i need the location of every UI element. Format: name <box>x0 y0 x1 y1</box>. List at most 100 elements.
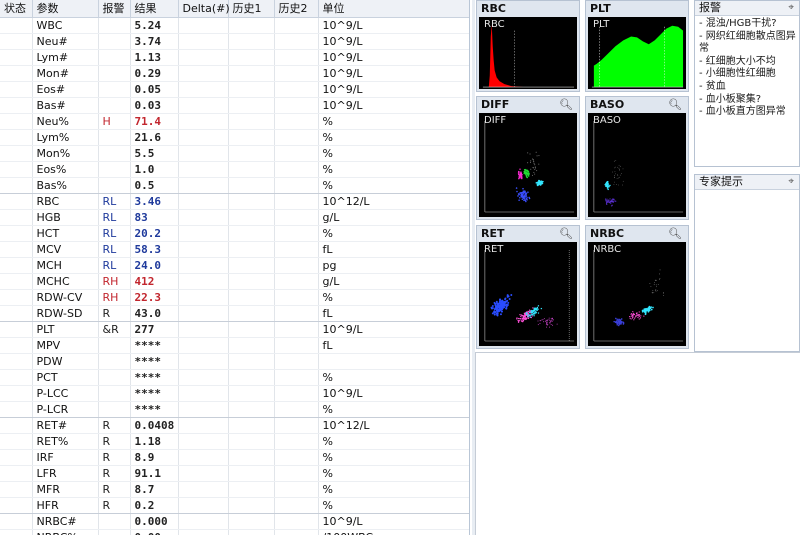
scatter-dot <box>494 307 497 310</box>
table-row[interactable]: HGB RL 83 g/L <box>0 209 469 226</box>
scatter-dot <box>547 322 549 324</box>
table-row[interactable]: PLT &R 277 10^9/L <box>0 321 469 338</box>
history1-cell <box>228 17 275 34</box>
col-header-param[interactable]: 参数 <box>32 0 99 18</box>
scatter-dot <box>617 324 620 327</box>
scatter-dot <box>530 168 532 170</box>
diff-scatter-panel[interactable]: DIFF 🔍︎ DIFF <box>476 96 580 220</box>
table-row[interactable]: HFR R 0.2% <box>0 497 469 514</box>
table-row[interactable]: Eos# 0.05 10^9/L <box>0 81 469 98</box>
scatter-dot <box>612 201 614 203</box>
table-row[interactable]: LFR R 91.1% <box>0 465 469 482</box>
scatter-dot <box>536 307 538 309</box>
table-row[interactable]: P-LCR ****% <box>0 401 469 418</box>
table-row[interactable]: P-LCC **** 10^9/L <box>0 385 469 402</box>
delta-cell <box>178 529 229 535</box>
delta-cell <box>178 369 229 386</box>
scatter-dot <box>637 316 639 319</box>
scatter-dot <box>491 304 494 307</box>
scatter-dot <box>522 187 524 190</box>
col-header-flag[interactable]: 报警 <box>98 0 131 18</box>
nrbc-zoom-icon[interactable]: 🔍︎ <box>668 227 682 240</box>
scatter-dot <box>615 184 617 185</box>
history2-cell <box>274 369 319 386</box>
table-row[interactable]: RDW-SD R 43.0 fL <box>0 305 469 322</box>
nrbc-scatter-panel[interactable]: NRBC 🔍︎ NRBC <box>585 225 689 349</box>
scatter-dot <box>545 319 547 321</box>
col-header-unit[interactable]: 单位 <box>318 0 469 18</box>
scatter-dot <box>620 323 622 325</box>
delta-cell <box>178 481 229 498</box>
diff-zoom-icon[interactable]: 🔍︎ <box>559 98 573 111</box>
table-row[interactable]: RBC RL 3.46 10^12/L <box>0 193 469 210</box>
table-row[interactable]: MPV **** fL <box>0 337 469 354</box>
history1-cell <box>228 193 275 210</box>
table-row[interactable]: IRF R 8.9% <box>0 449 469 466</box>
table-row[interactable]: RDW-CV RH 22.3% <box>0 289 469 306</box>
scatter-dot <box>551 318 553 320</box>
scatter-dot <box>551 320 553 322</box>
col-header-delta[interactable]: Delta(#) <box>178 0 230 18</box>
result-cell: 5.24 <box>130 17 179 34</box>
expand-icon[interactable]: ⌖ <box>788 175 794 189</box>
table-row[interactable]: MCHC RH 412 g/L <box>0 273 469 290</box>
status-cell <box>0 177 33 194</box>
table-row[interactable]: Lym# 1.13 10^9/L <box>0 49 469 66</box>
rbc-histogram-panel[interactable]: RBC RBC <box>476 0 580 92</box>
table-row[interactable]: MCV RL 58.3 fL <box>0 241 469 258</box>
col-header-result[interactable]: 结果 <box>130 0 179 18</box>
scatter-dot <box>638 318 640 320</box>
history2-cell <box>274 225 319 242</box>
table-row[interactable]: Mon% 5.5% <box>0 145 469 162</box>
scatter-dot <box>545 324 547 326</box>
baso-scatter-panel[interactable]: BASO 🔍︎ BASO <box>585 96 689 220</box>
history2-cell <box>274 497 319 514</box>
plt-histogram-panel[interactable]: PLT PLT <box>585 0 689 92</box>
baso-zoom-icon[interactable]: 🔍︎ <box>668 98 682 111</box>
comment-area[interactable] <box>475 352 800 535</box>
col-header-history1[interactable]: 历史1 <box>228 0 275 18</box>
history2-cell <box>274 209 319 226</box>
scatter-dot <box>648 305 651 308</box>
scatter-dot <box>636 312 638 314</box>
history1-cell <box>228 241 275 258</box>
table-row[interactable]: Bas# 0.03 10^9/L <box>0 97 469 114</box>
unit-cell: g/L <box>318 273 469 290</box>
history1-cell <box>228 161 275 178</box>
table-row[interactable]: HCT RL 20.2% <box>0 225 469 242</box>
table-row[interactable]: PDW **** <box>0 353 469 370</box>
table-row[interactable]: Neu# 3.74 10^9/L <box>0 33 469 50</box>
rbc-histogram-label: RBC <box>484 19 505 30</box>
table-row[interactable]: MCH RL 24.0 pg <box>0 257 469 274</box>
table-row[interactable]: WBC 5.24 10^9/L <box>0 17 469 34</box>
table-row[interactable]: Bas% 0.5% <box>0 177 469 194</box>
table-row[interactable]: PCT ****% <box>0 369 469 386</box>
ret-zoom-icon[interactable]: 🔍︎ <box>559 227 573 240</box>
table-row[interactable]: Lym% 21.6% <box>0 129 469 146</box>
expert-panel: 专家提示 ⌖ <box>694 174 800 352</box>
flag-cell: H <box>98 113 131 130</box>
table-row[interactable]: Neu% H 71.4% <box>0 113 469 130</box>
delta-cell <box>178 465 229 482</box>
table-row[interactable]: MFR R 8.7% <box>0 481 469 498</box>
table-row[interactable]: RET# R 0.0408 10^12/L <box>0 417 469 434</box>
ret-scatter-panel[interactable]: RET 🔍︎ RET <box>476 225 580 349</box>
scatter-dot <box>621 173 622 175</box>
table-row[interactable]: RET% R 1.18% <box>0 433 469 450</box>
nrbc-scatter-title: NRBC <box>590 227 625 240</box>
scatter-dot <box>659 278 661 279</box>
col-header-history2[interactable]: 历史2 <box>274 0 319 18</box>
table-row[interactable]: NRBC% 0.00/100WBC <box>0 529 469 535</box>
result-cell: 0.5 <box>130 177 179 194</box>
scatter-dot <box>544 320 546 322</box>
scatter-dot <box>501 302 504 305</box>
table-row[interactable]: NRBC# 0.000 10^9/L <box>0 513 469 530</box>
table-row[interactable]: Mon# 0.29 10^9/L <box>0 65 469 82</box>
scatter-dot <box>619 174 621 176</box>
expand-icon[interactable]: ⌖ <box>788 1 794 15</box>
scatter-dot <box>613 184 615 186</box>
table-row[interactable]: Eos% 1.0% <box>0 161 469 178</box>
status-cell <box>0 145 33 162</box>
col-header-status[interactable]: 状态 <box>0 0 33 18</box>
scatter-dot <box>549 322 551 324</box>
